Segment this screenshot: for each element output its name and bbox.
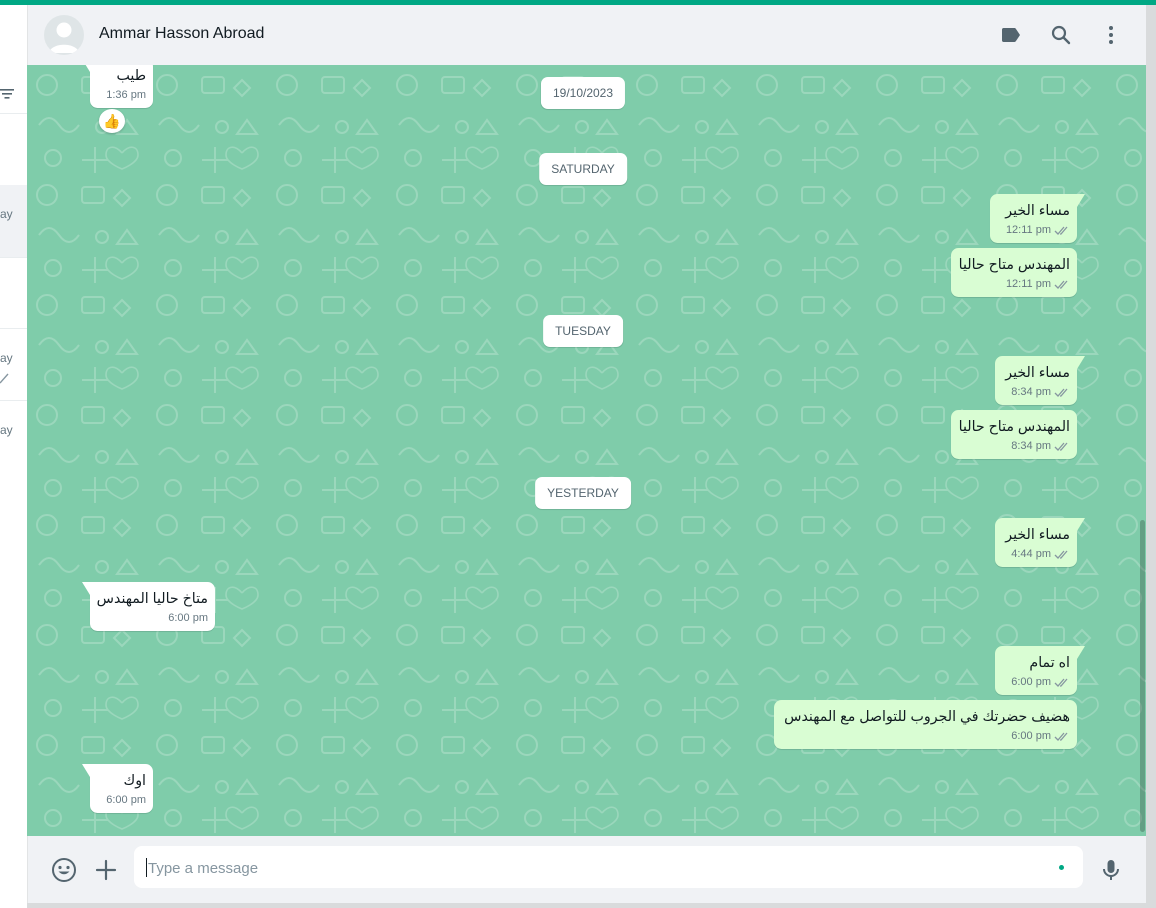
outgoing-message[interactable]: مساء الخير 12:11 pm [990,194,1085,243]
chat-list-time-fragment: ay [0,351,13,365]
message-text: مساء الخير [1005,527,1070,543]
message-text: متاخ حاليا المهندس [96,591,208,607]
search-icon[interactable] [1049,23,1073,47]
message-text: اه تمام [1029,655,1070,671]
message-time: 6:00 pm [1011,730,1051,742]
input-status-dot [1059,865,1064,870]
message-input-box[interactable] [134,846,1083,890]
read-ticks-icon [1054,388,1068,397]
outgoing-message[interactable]: مساء الخير 8:34 pm [995,356,1085,405]
message-time: 4:44 pm [1011,548,1051,560]
read-ticks-icon [1054,226,1068,235]
divider [0,328,27,329]
message-time: 12:11 pm [1005,224,1051,236]
date-divider: TUESDAY [543,315,623,347]
incoming-message[interactable]: اوك 6:00 pm [82,764,153,813]
message-time: 8:34 pm [1011,440,1051,452]
outgoing-message[interactable]: هضيف حضرتك في الجروب للتواصل مع المهندس … [774,700,1077,749]
message-time: 8:34 pm [1011,386,1051,398]
message-composer [27,836,1146,903]
divider [0,113,27,114]
chat-list-time-fragment: ay [0,423,13,437]
window-edge [27,903,1146,908]
message-list[interactable]: 19/10/2023 SATURDAY TUESDAY YESTERDAY طي… [27,65,1146,836]
message-text: اوك [123,773,147,789]
filter-icon[interactable] [0,88,14,100]
read-ticks-icon [1054,678,1068,687]
chat-list-item-selected[interactable] [0,185,27,257]
outgoing-message[interactable]: مساء الخير 4:44 pm [995,518,1085,567]
contact-name[interactable]: Ammar Hasson Abroad [99,25,264,43]
message-text: طيب [116,68,146,84]
message-time: 6:00 pm [106,794,146,806]
reaction-badge[interactable]: 👍 [99,109,125,133]
scrollbar-thumb[interactable] [1140,520,1145,832]
chat-list-time-fragment: ay [0,207,13,221]
message-text: مساء الخير [1005,365,1070,381]
menu-dots-icon[interactable] [1099,23,1123,47]
divider [0,257,27,258]
read-ticks-icon [1054,442,1068,451]
read-ticks-icon [1054,280,1068,289]
divider [0,400,27,401]
message-text: المهندس متاح حاليا [958,257,1070,273]
default-avatar-icon[interactable] [44,15,84,55]
conversation-panel: Ammar Hasson Abroad 19/10/2023 SATURDAY … [27,5,1146,903]
message-time: 6:00 pm [1011,676,1051,688]
message-text: المهندس متاح حاليا [958,419,1070,435]
message-text: مساء الخير [1005,203,1070,219]
emoji-icon[interactable] [51,857,77,883]
read-ticks-icon [1054,550,1068,559]
tick-fragment-icon [0,373,9,384]
message-text: هضيف حضرتك في الجروب للتواصل مع المهندس [784,709,1070,725]
date-divider: SATURDAY [539,153,627,185]
label-icon[interactable] [999,23,1023,47]
incoming-message[interactable]: طيب 1:36 pm [82,65,153,108]
conversation-header[interactable]: Ammar Hasson Abroad [27,5,1146,65]
window-edge [1146,5,1156,908]
outgoing-message[interactable]: المهندس متاح حاليا 12:11 pm [951,248,1077,297]
outgoing-message[interactable]: المهندس متاح حاليا 8:34 pm [951,410,1077,459]
incoming-message[interactable]: متاخ حاليا المهندس 6:00 pm [82,582,215,631]
message-time: 1:36 pm [106,89,146,101]
attach-plus-icon[interactable] [93,857,119,883]
message-input[interactable] [146,846,1050,890]
read-ticks-icon [1054,732,1068,741]
date-divider: YESTERDAY [535,477,631,509]
message-time: 6:00 pm [168,612,208,624]
chat-list-pane: ay ay ay [0,5,28,908]
date-divider: 19/10/2023 [540,77,626,109]
message-time: 12:11 pm [1005,278,1051,290]
microphone-icon[interactable] [1098,857,1124,883]
outgoing-message[interactable]: اه تمام 6:00 pm [995,646,1085,695]
